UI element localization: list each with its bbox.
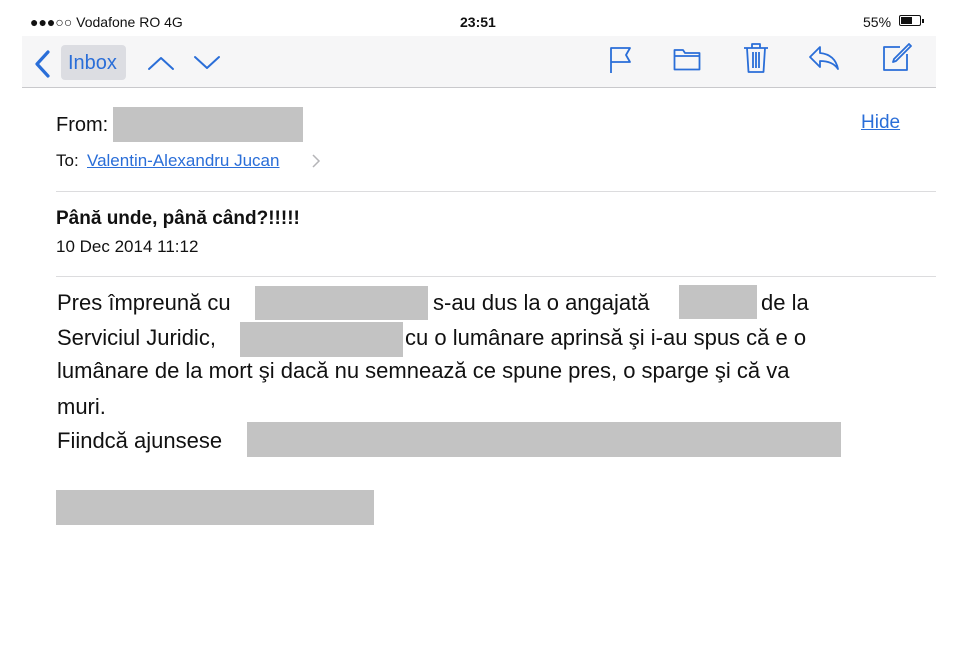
to-label: To: bbox=[56, 151, 79, 170]
divider bbox=[56, 276, 936, 277]
body-line-1c: de la bbox=[761, 290, 809, 315]
battery-percent: 55% bbox=[863, 14, 892, 30]
redacted-text bbox=[247, 422, 841, 457]
redacted-name bbox=[240, 322, 403, 357]
folder-icon[interactable] bbox=[673, 47, 701, 71]
body-line-1b: s-au dus la o angajată bbox=[433, 290, 650, 315]
clock: 23:51 bbox=[460, 14, 496, 30]
chevron-right-icon[interactable] bbox=[311, 153, 321, 169]
redacted-signature bbox=[56, 490, 374, 525]
trash-icon[interactable] bbox=[743, 42, 769, 74]
message-subject: Până unde, până când?!!!!! bbox=[56, 208, 300, 229]
body-line-5: Fiindcă ajunsese bbox=[57, 428, 223, 453]
inbox-back-label[interactable]: Inbox bbox=[68, 52, 117, 75]
body-line-1a: Pres împreună cu bbox=[57, 290, 231, 315]
body-line-4: muri. bbox=[57, 394, 106, 419]
chevron-up-icon[interactable] bbox=[147, 55, 175, 71]
reply-icon[interactable] bbox=[808, 45, 840, 71]
recipient-name[interactable]: Valentin-Alexandru Jucan bbox=[87, 151, 279, 171]
message-date: 10 Dec 2014 11:12 bbox=[56, 237, 199, 256]
divider bbox=[56, 191, 936, 192]
carrier-status: ●●●○○ Vodafone RO 4G bbox=[30, 14, 183, 30]
flag-icon[interactable] bbox=[609, 46, 633, 74]
battery-icon bbox=[899, 15, 924, 26]
redacted-sender bbox=[113, 107, 303, 142]
hide-link[interactable]: Hide bbox=[861, 112, 900, 134]
body-line-3: lumânare de la mort şi dacă nu semnează … bbox=[57, 358, 790, 383]
redacted-name bbox=[255, 286, 428, 320]
chevron-down-icon[interactable] bbox=[193, 55, 221, 71]
body-line-2a: Serviciul Juridic, bbox=[57, 325, 216, 350]
from-label: From: bbox=[56, 114, 109, 136]
redacted-name bbox=[679, 285, 757, 319]
compose-icon[interactable] bbox=[882, 42, 912, 72]
body-line-2b: cu o lumânare aprinsă şi i-au spus că e … bbox=[405, 325, 807, 350]
back-chevron-icon[interactable] bbox=[34, 50, 52, 78]
